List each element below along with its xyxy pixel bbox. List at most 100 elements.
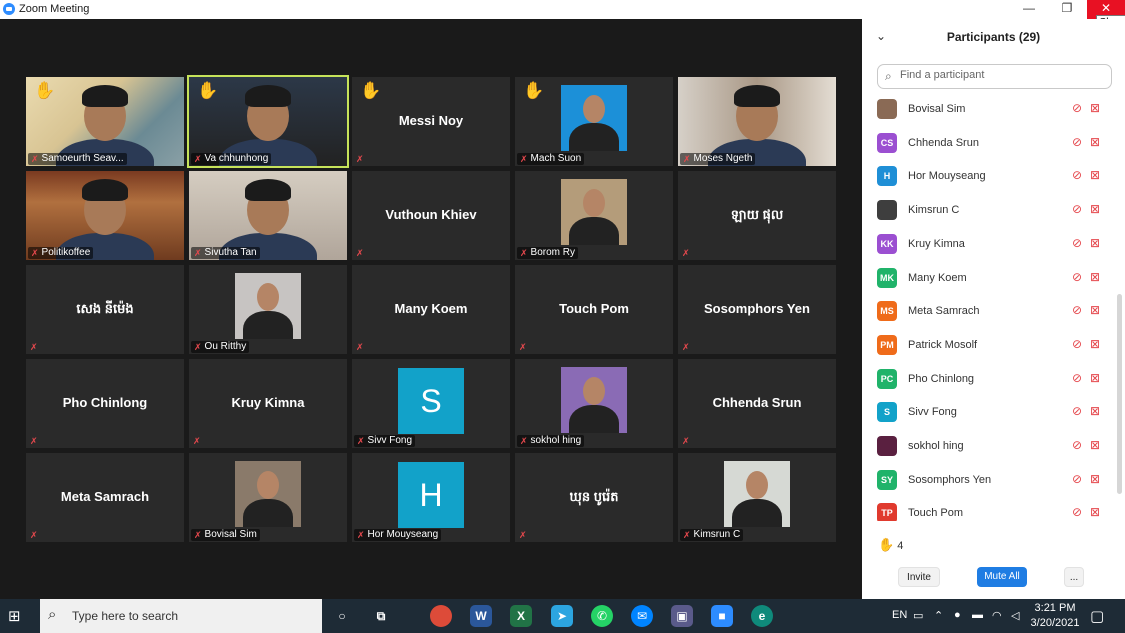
video-off-icon[interactable]: ⊠	[1090, 101, 1100, 115]
muted-mic-icon[interactable]: ⊘	[1072, 168, 1082, 182]
muted-mic-icon[interactable]: ⊘	[1072, 438, 1082, 452]
zoom-share-icon[interactable]: ▣	[671, 605, 693, 627]
participant-avatar: PC	[877, 368, 897, 389]
participant-row[interactable]: sokhol hing ⊘ ⊠	[862, 434, 1117, 462]
video-tile[interactable]: Messi Noy ✋ ✗	[352, 77, 510, 166]
video-off-icon[interactable]: ⊠	[1090, 404, 1100, 418]
participant-row[interactable]: PC Pho Chinlong ⊘ ⊠	[862, 367, 1117, 395]
task-view-icon[interactable]: ⧉	[370, 605, 392, 627]
cortana-icon[interactable]: ○	[331, 605, 353, 627]
video-tile[interactable]: ✗ Sivutha Tan	[189, 171, 347, 260]
video-off-icon[interactable]: ⊠	[1090, 337, 1100, 351]
video-off-icon[interactable]: ⊠	[1090, 202, 1100, 216]
video-tile[interactable]: ✗ Politikoffee	[26, 171, 184, 260]
muted-mic-icon[interactable]: ⊘	[1072, 202, 1082, 216]
muted-mic-icon[interactable]: ⊘	[1072, 505, 1082, 519]
participant-row[interactable]: PM Patrick Mosolf ⊘ ⊠	[862, 333, 1117, 361]
participant-row[interactable]: CS Chhenda Srun ⊘ ⊠	[862, 131, 1117, 159]
video-tile[interactable]: S ✗ Sivv Fong	[352, 359, 510, 448]
video-tile[interactable]: Chhenda Srun ✗	[678, 359, 836, 448]
video-tile[interactable]: ឡាយ ផុល ✗	[678, 171, 836, 260]
video-tile[interactable]: ✋ ✗ Mach Suon	[515, 77, 673, 166]
video-off-icon[interactable]: ⊠	[1090, 438, 1100, 452]
participant-row[interactable]: TP Touch Pom ⊘ ⊠	[862, 501, 1117, 521]
video-tile[interactable]: Vuthoun Khiev ✗	[352, 171, 510, 260]
video-off-icon[interactable]: ⊠	[1090, 168, 1100, 182]
muted-mic-icon[interactable]: ⊘	[1072, 270, 1082, 284]
more-options-button[interactable]: ...	[1064, 567, 1084, 587]
muted-mic-icon[interactable]: ⊘	[1072, 236, 1082, 250]
video-off-icon[interactable]: ⊠	[1090, 236, 1100, 250]
zoom-icon[interactable]: ■	[711, 605, 733, 627]
video-tile[interactable]: Many Koem ✗	[352, 265, 510, 354]
muted-mic-icon[interactable]: ⊘	[1072, 404, 1082, 418]
muted-mic-icon[interactable]: ⊘	[1072, 135, 1082, 149]
participant-row[interactable]: Bovisal Sim ⊘ ⊠	[862, 97, 1117, 125]
participant-row[interactable]: H Hor Mouyseang ⊘ ⊠	[862, 164, 1117, 192]
video-tile[interactable]: H ✗ Hor Mouyseang	[352, 453, 510, 542]
participant-search[interactable]: ⌕	[877, 64, 1112, 89]
participant-row[interactable]: SY Sosomphors Yen ⊘ ⊠	[862, 468, 1117, 496]
video-off-icon[interactable]: ⊠	[1090, 270, 1100, 284]
participant-hair	[82, 179, 128, 201]
show-hidden-icons-icon[interactable]: ⌃	[934, 609, 943, 622]
participant-scrollbar[interactable]	[1117, 294, 1122, 494]
video-tile[interactable]: ✗ Moses Ngeth	[678, 77, 836, 166]
video-tile[interactable]: សេង នីម៉េង ✗	[26, 265, 184, 354]
keyboard-icon[interactable]: ▭	[913, 609, 923, 622]
participant-row[interactable]: S Sivv Fong ⊘ ⊠	[862, 400, 1117, 428]
participant-row[interactable]: KK Kruy Kimna ⊘ ⊠	[862, 232, 1117, 260]
participant-search-input[interactable]	[900, 69, 1105, 81]
muted-mic-icon[interactable]: ⊘	[1072, 472, 1082, 486]
edge-icon[interactable]: e	[751, 605, 773, 627]
participant-row[interactable]: MK Many Koem ⊘ ⊠	[862, 266, 1117, 294]
invite-button[interactable]: Invite	[898, 567, 940, 587]
video-tile[interactable]: ✗ Borom Ry	[515, 171, 673, 260]
muted-mic-icon: ✗	[356, 154, 364, 164]
video-tile[interactable]: Meta Samrach ✗	[26, 453, 184, 542]
video-tile[interactable]: Touch Pom ✗	[515, 265, 673, 354]
video-off-icon[interactable]: ⊠	[1090, 472, 1100, 486]
wifi-icon[interactable]: ◠	[992, 609, 1002, 622]
whatsapp-icon[interactable]: ✆	[591, 605, 613, 627]
tile-display-name: Chhenda Srun	[712, 395, 802, 410]
video-tile[interactable]: ឃុន បូរ៉េត ✗	[515, 453, 673, 542]
language-indicator[interactable]: EN	[892, 609, 907, 621]
volume-icon[interactable]: ◁	[1011, 609, 1019, 622]
video-off-icon[interactable]: ⊠	[1090, 505, 1100, 519]
video-tile[interactable]: ✗ sokhol hing	[515, 359, 673, 448]
chrome-icon[interactable]	[430, 605, 452, 627]
video-off-icon[interactable]: ⊠	[1090, 371, 1100, 385]
muted-mic-icon[interactable]: ⊘	[1072, 337, 1082, 351]
video-tile[interactable]: Sosomphors Yen ✗	[678, 265, 836, 354]
video-tile[interactable]: Kruy Kimna ✗	[189, 359, 347, 448]
participant-row[interactable]: Kimsrun C ⊘ ⊠	[862, 198, 1117, 226]
minimize-button[interactable]: —	[1010, 0, 1048, 19]
participants-title: Participants (29)	[946, 30, 1041, 44]
clock[interactable]: 3:21 PM 3/20/2021	[1030, 601, 1080, 631]
microphone-icon[interactable]: ●	[954, 609, 961, 621]
messenger-icon[interactable]: ✉	[631, 605, 653, 627]
video-tile[interactable]: Pho Chinlong ✗	[26, 359, 184, 448]
word-icon[interactable]: W	[470, 605, 492, 627]
video-tile[interactable]: ✋ ✗ Va chhunhong	[187, 75, 349, 168]
video-tile[interactable]: ✗ Bovisal Sim	[189, 453, 347, 542]
taskbar-search[interactable]: ⌕ Type here to search	[40, 599, 322, 633]
battery-icon[interactable]: ▬	[972, 609, 983, 621]
windows-start-icon[interactable]: ⊞	[8, 607, 26, 625]
notifications-icon[interactable]: ▢	[1090, 607, 1104, 625]
video-tile[interactable]: ✋ ✗ Samoeurth Seav...	[26, 77, 184, 166]
video-tile[interactable]: ✗ Ou Ritthy	[189, 265, 347, 354]
muted-mic-icon[interactable]: ⊘	[1072, 371, 1082, 385]
video-tile[interactable]: ✗ Kimsrun C	[678, 453, 836, 542]
muted-mic-icon[interactable]: ⊘	[1072, 101, 1082, 115]
participant-row[interactable]: MS Meta Samrach ⊘ ⊠	[862, 299, 1117, 327]
mute-all-button[interactable]: Mute All	[977, 567, 1027, 587]
muted-mic-icon[interactable]: ⊘	[1072, 303, 1082, 317]
excel-icon[interactable]: X	[510, 605, 532, 627]
video-off-icon[interactable]: ⊠	[1090, 135, 1100, 149]
video-off-icon[interactable]: ⊠	[1090, 303, 1100, 317]
telegram-icon[interactable]: ➤	[551, 605, 573, 627]
profile-picture	[561, 367, 627, 433]
restore-button[interactable]: ❐	[1048, 0, 1086, 19]
